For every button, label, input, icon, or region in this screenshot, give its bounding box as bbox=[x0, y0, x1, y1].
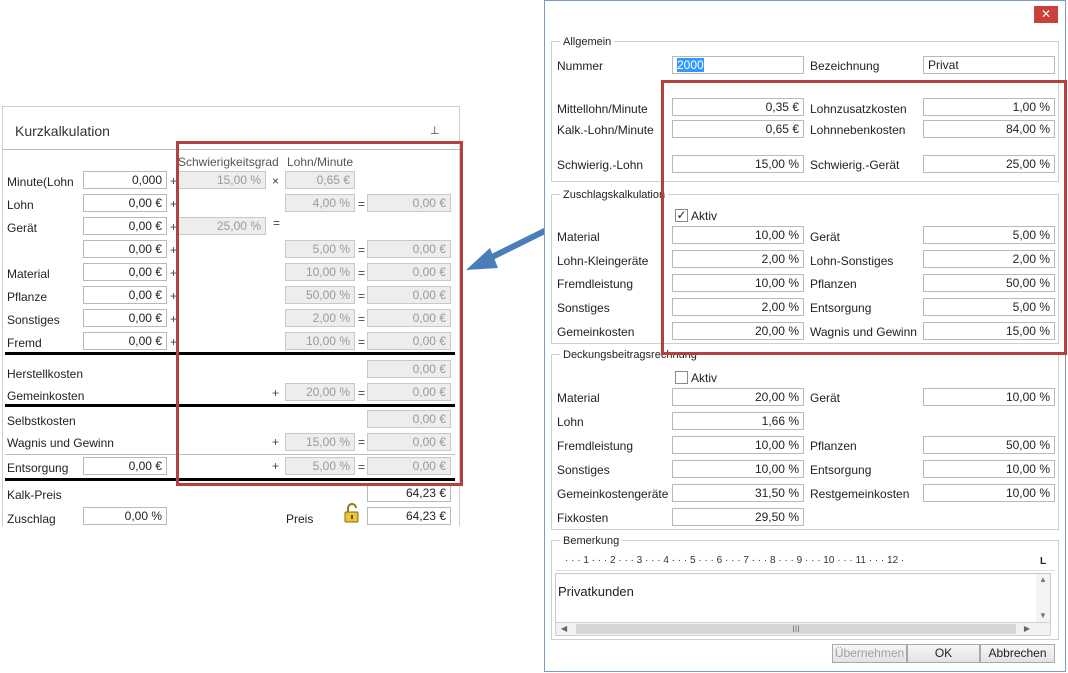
deckung-input[interactable]: 10,00 % bbox=[923, 460, 1055, 478]
minute-lohn-input[interactable]: 0,000 bbox=[83, 171, 167, 189]
zuschlag-label: Fremdleistung bbox=[557, 277, 634, 291]
vertical-scrollbar[interactable]: ▲ ▼ bbox=[1036, 574, 1050, 622]
aktiv-label: Aktiv bbox=[691, 371, 718, 385]
tab-stop-icon[interactable]: L bbox=[1040, 556, 1046, 567]
kalklohn-label: Kalk.-Lohn/Minute bbox=[557, 123, 654, 137]
highlight-box-right bbox=[661, 80, 1067, 355]
scroll-right-icon[interactable]: ▶ bbox=[1024, 624, 1030, 633]
bemerkung-editor[interactable]: Privatkunden ▲ ▼ bbox=[555, 573, 1051, 623]
bemerkung-text: Privatkunden bbox=[558, 584, 634, 599]
nummer-label: Nummer bbox=[557, 59, 604, 73]
abbrechen-button[interactable]: Abbrechen bbox=[980, 644, 1055, 663]
deckung-input[interactable]: 10,00 % bbox=[923, 388, 1055, 406]
deckung-label: Sonstiges bbox=[557, 463, 610, 477]
row-label: Sonstiges bbox=[7, 313, 60, 327]
uebernehmen-button[interactable]: Übernehmen bbox=[832, 644, 907, 663]
deckung-label: Lohn bbox=[557, 415, 584, 429]
zuschlag-label: Lohn-Kleingeräte bbox=[557, 254, 649, 268]
schwierig-lohn-label: Schwierig.-Lohn bbox=[557, 158, 644, 172]
bezeichnung-label: Bezeichnung bbox=[810, 59, 880, 73]
highlight-box-left bbox=[176, 141, 463, 486]
preis-field[interactable]: 64,23 € bbox=[367, 507, 451, 525]
row-label: Fremd bbox=[7, 336, 42, 350]
zuschlag-label: Zuschlag bbox=[7, 512, 56, 526]
pin-icon[interactable]: ⊥ bbox=[430, 124, 440, 137]
horizontal-scrollbar[interactable]: ◀ III ▶ bbox=[555, 622, 1051, 636]
deckung-label: Restgemeinkosten bbox=[810, 487, 910, 501]
row-label: Material bbox=[7, 267, 50, 281]
deckung-input[interactable]: 50,00 % bbox=[923, 436, 1055, 454]
bezeichnung-input[interactable]: Privat bbox=[923, 56, 1055, 74]
extra-input[interactable]: 0,00 € bbox=[83, 240, 167, 258]
close-button[interactable]: ✕ bbox=[1034, 6, 1058, 23]
scroll-thumb[interactable]: III bbox=[576, 624, 1016, 634]
scroll-left-icon[interactable]: ◀ bbox=[561, 624, 567, 633]
entsorgung-input[interactable]: 0,00 € bbox=[83, 457, 167, 475]
row-label: Lohn bbox=[7, 198, 34, 212]
wagnis-label: Wagnis und Gewinn bbox=[7, 436, 114, 450]
deckung-label: Gemeinkostengeräte bbox=[557, 487, 669, 501]
geraet-input[interactable]: 0,00 € bbox=[83, 217, 167, 235]
lohn-input[interactable]: 0,00 € bbox=[83, 194, 167, 212]
group-title: Zuschlagskalkulation bbox=[560, 188, 669, 202]
close-icon: ✕ bbox=[1040, 7, 1052, 21]
kalk-preis-field: 64,23 € bbox=[367, 484, 451, 502]
scroll-down-icon[interactable]: ▼ bbox=[1036, 610, 1050, 622]
deckung-label: Fremdleistung bbox=[557, 439, 634, 453]
deckung-input[interactable]: 31,50 % bbox=[672, 484, 804, 502]
entsorgung-label: Entsorgung bbox=[7, 461, 69, 475]
zuschlag-label: Gemeinkosten bbox=[557, 325, 635, 339]
deckung-label: Gerät bbox=[810, 391, 841, 405]
deckung-input[interactable]: 10,00 % bbox=[672, 436, 804, 454]
selbstkosten-label: Selbstkosten bbox=[7, 414, 76, 428]
ruler-marks: · · · 1 · · · 2 · · · 3 · · · 4 · · · 5 … bbox=[565, 555, 905, 566]
group-title: Bemerkung bbox=[560, 534, 623, 548]
row-label: Minute(Lohn bbox=[7, 175, 74, 189]
ruler: · · · 1 · · · 2 · · · 3 · · · 4 · · · 5 … bbox=[555, 552, 1055, 571]
deckung-input[interactable]: 10,00 % bbox=[923, 484, 1055, 502]
row-label: Gerät bbox=[7, 221, 38, 235]
zuschlag-input[interactable]: 0,00 % bbox=[83, 507, 167, 525]
aktiv-checkbox[interactable] bbox=[675, 371, 688, 384]
zuschlag-label: Sonstiges bbox=[557, 301, 610, 315]
deckung-label: Entsorgung bbox=[810, 463, 872, 477]
deckung-label: Material bbox=[557, 391, 600, 405]
lock-open-icon[interactable] bbox=[343, 503, 361, 523]
preis-label: Preis bbox=[286, 512, 314, 526]
zuschlag-label: Material bbox=[557, 230, 600, 244]
panel-title: Kurzkalkulation bbox=[15, 123, 110, 139]
mittellohn-label: Mittellohn/Minute bbox=[557, 102, 648, 116]
gemeinkosten-label: Gemeinkosten bbox=[7, 389, 85, 403]
sonstiges-input[interactable]: 0,00 € bbox=[83, 309, 167, 327]
fremd-input[interactable]: 0,00 € bbox=[83, 332, 167, 350]
row-label: Pflanze bbox=[7, 290, 48, 304]
deckung-input[interactable]: 29,50 % bbox=[672, 508, 804, 526]
pflanze-input[interactable]: 0,00 € bbox=[83, 286, 167, 304]
deckung-input[interactable]: 10,00 % bbox=[672, 460, 804, 478]
deckung-input[interactable]: 1,66 % bbox=[672, 412, 804, 430]
deckung-label: Pflanzen bbox=[810, 439, 857, 453]
group-title: Allgemein bbox=[560, 35, 615, 49]
nummer-input[interactable]: 2000 bbox=[672, 56, 804, 74]
material-input[interactable]: 0,00 € bbox=[83, 263, 167, 281]
scroll-up-icon[interactable]: ▲ bbox=[1036, 574, 1050, 586]
deckung-label: Fixkosten bbox=[557, 511, 609, 525]
ok-button[interactable]: OK bbox=[907, 644, 980, 663]
herstellkosten-label: Herstellkosten bbox=[7, 367, 84, 381]
kalk-preis-label: Kalk-Preis bbox=[7, 488, 62, 502]
deckung-input[interactable]: 20,00 % bbox=[672, 388, 804, 406]
